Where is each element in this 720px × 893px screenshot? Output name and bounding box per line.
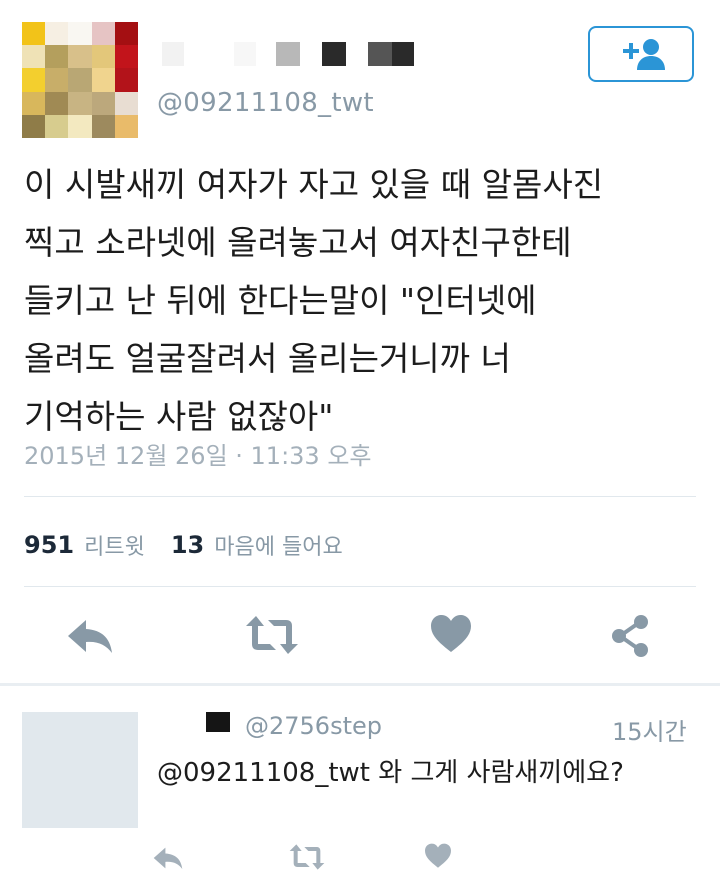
heart-icon[interactable] bbox=[424, 843, 452, 869]
tweet-text-line: 들키고 난 뒤에 한다는말이 "인터넷에 bbox=[24, 281, 537, 320]
retweet-count[interactable]: 951 bbox=[24, 531, 74, 559]
divider bbox=[24, 496, 696, 497]
tweet-text-line: 찍고 소라넷에 올려놓고서 여자친구한테 bbox=[24, 223, 572, 262]
reply-icon[interactable] bbox=[152, 845, 184, 871]
like-label[interactable]: 마음에 들어요 bbox=[214, 529, 342, 561]
like-count[interactable]: 13 bbox=[171, 531, 204, 559]
follow-button[interactable] bbox=[588, 26, 694, 82]
thread-separator bbox=[0, 683, 720, 686]
tweet-timestamp: 2015년 12월 26일 · 11:33 오후 bbox=[24, 442, 372, 470]
reply-time: 15시간 bbox=[612, 718, 687, 746]
retweet-label[interactable]: 리트윗 bbox=[84, 529, 145, 561]
follow-user-icon bbox=[623, 39, 665, 70]
reply-icon[interactable] bbox=[66, 616, 114, 656]
reply-handle[interactable]: @2756step bbox=[245, 712, 382, 740]
tweet-text-line: 올려도 얼굴잘려서 올리는거니까 너 bbox=[24, 339, 511, 378]
avatar[interactable] bbox=[22, 22, 138, 138]
heart-icon[interactable] bbox=[430, 614, 472, 654]
tweet-handle[interactable]: @09211108_twt bbox=[157, 88, 374, 118]
share-icon[interactable] bbox=[608, 614, 652, 658]
retweet-icon[interactable] bbox=[288, 843, 326, 871]
tweet-text: 이 시발새끼 여자가 자고 있을 때 알몸사진 찍고 소라넷에 올려놓고서 여자… bbox=[24, 156, 704, 446]
reply-name-redacted bbox=[206, 712, 230, 732]
reply-avatar[interactable] bbox=[22, 712, 138, 828]
tweet-text-line: 이 시발새끼 여자가 자고 있을 때 알몸사진 bbox=[24, 165, 604, 204]
retweet-icon[interactable] bbox=[244, 614, 300, 656]
divider bbox=[24, 586, 696, 587]
tweet-stats: 951 리트윗 13 마음에 들어요 bbox=[24, 528, 343, 562]
reply-text: @09211108_twt 와 그게 사람새끼에요? bbox=[157, 758, 624, 788]
